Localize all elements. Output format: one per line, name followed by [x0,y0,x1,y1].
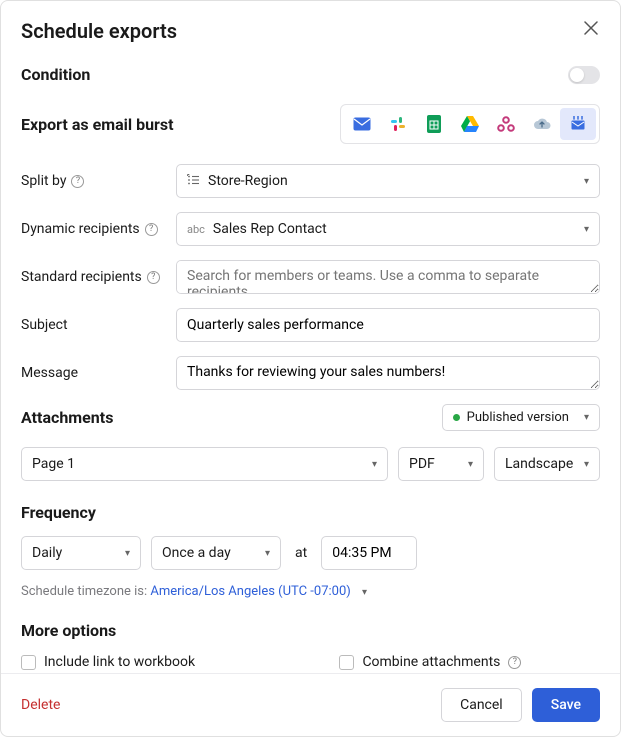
email-burst-icon[interactable] [560,108,596,140]
chevron-down-icon: ▾ [584,224,589,235]
text-type-icon: abc [187,223,205,236]
chevron-down-icon: ▾ [584,412,589,423]
checkbox-icon [339,655,354,670]
modal-body: Schedule exports Condition Export as ema… [1,1,620,673]
modal-header: Schedule exports [21,19,600,43]
condition-row: Condition [21,65,600,84]
modal-title: Schedule exports [21,19,177,43]
more-options-label: More options [21,621,600,640]
cancel-button[interactable]: Cancel [441,688,522,722]
sheets-icon[interactable] [416,108,452,140]
slack-icon[interactable] [380,108,416,140]
checkbox-icon [21,655,36,670]
footer-actions: Cancel Save [441,688,600,722]
attach-format-select[interactable]: PDF ▾ [398,447,484,481]
dyn-recipients-row: Dynamic recipients ? abc Sales Rep Conta… [21,212,600,246]
chevron-down-icon: ▾ [265,548,270,559]
save-button[interactable]: Save [532,688,600,722]
chevron-down-icon: ▾ [362,587,367,598]
split-by-row: Split by ? Store-Region ▾ [21,164,600,198]
help-icon[interactable]: ? [147,271,160,284]
condition-toggle[interactable] [568,66,600,84]
interval-select[interactable]: Once a day ▾ [151,536,281,570]
drive-icon[interactable] [452,108,488,140]
toggle-knob [570,68,584,82]
message-label: Message [21,365,166,381]
std-recipients-input[interactable] [176,260,600,294]
chevron-down-icon: ▾ [584,459,589,470]
export-row: Export as email burst [21,104,600,144]
dyn-recipients-label: Dynamic recipients ? [21,221,166,237]
frequency-label: Frequency [21,503,600,522]
message-row: Message Thanks for reviewing your sales … [21,356,600,390]
timezone-line: Schedule timezone is: America/Los Angele… [21,584,600,599]
chevron-down-icon: ▾ [468,459,473,470]
opt-combine[interactable]: Combine attachments ? [339,654,600,670]
attach-orientation-select[interactable]: Landscape ▾ [494,447,600,481]
subject-input[interactable] [176,308,600,342]
attachments-header: Attachments Published version ▾ [21,404,600,431]
time-input[interactable] [321,536,417,570]
attachments-label: Attachments [21,408,113,427]
help-icon[interactable]: ? [145,223,158,236]
help-icon[interactable]: ? [508,656,521,669]
export-label: Export as email burst [21,115,174,134]
schedule-exports-modal: Schedule exports Condition Export as ema… [0,0,621,737]
channel-selector [340,104,600,144]
at-label: at [295,545,307,561]
subject-label: Subject [21,317,166,333]
webhook-icon[interactable] [488,108,524,140]
chevron-down-icon: ▾ [372,459,377,470]
timezone-link[interactable]: America/Los Angeles (UTC -07:00) ▾ [150,584,367,599]
cadence-select[interactable]: Daily ▾ [21,536,141,570]
cloud-icon[interactable] [524,108,560,140]
attach-page-select[interactable]: Page 1 ▾ [21,447,388,481]
chevron-down-icon: ▾ [584,176,589,187]
message-input[interactable]: Thanks for reviewing your sales numbers! [176,356,600,390]
help-icon[interactable]: ? [71,175,84,188]
split-by-label: Split by ? [21,173,166,189]
frequency-row: Daily ▾ Once a day ▾ at [21,536,600,570]
dyn-recipients-select[interactable]: abc Sales Rep Contact ▾ [176,212,600,246]
list-icon [187,174,200,189]
opt-include-link[interactable]: Include link to workbook [21,654,339,670]
std-recipients-row: Standard recipients ? [21,260,600,294]
more-options: Include link to workbook Combine attachm… [21,654,600,673]
version-badge[interactable]: Published version ▾ [442,404,600,431]
status-dot-icon [453,414,460,421]
chevron-down-icon: ▾ [125,548,130,559]
attach-row: Page 1 ▾ PDF ▾ Landscape ▾ [21,447,600,481]
modal-footer: Delete Cancel Save [1,673,620,736]
close-icon[interactable] [582,19,600,40]
subject-row: Subject [21,308,600,342]
email-icon[interactable] [344,108,380,140]
std-recipients-label: Standard recipients ? [21,269,166,285]
split-by-select[interactable]: Store-Region ▾ [176,164,600,198]
delete-button[interactable]: Delete [21,697,60,713]
condition-label: Condition [21,65,90,84]
